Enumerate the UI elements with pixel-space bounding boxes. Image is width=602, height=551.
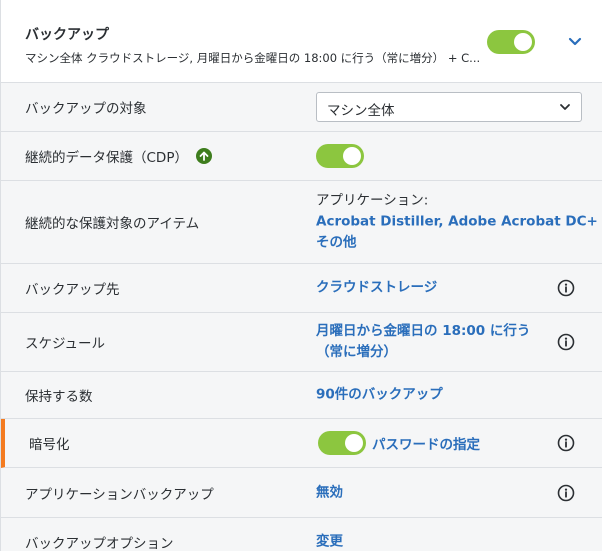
info-icon[interactable]	[557, 333, 575, 351]
arrow-up-circle-icon	[195, 148, 212, 164]
backup-section-title: バックアップ	[25, 27, 109, 43]
row-destination: バックアップ先 クラウドストレージ	[1, 264, 602, 313]
cdp-label: 継続的データ保護（CDP）	[25, 150, 188, 166]
row-backup-target: バックアップの対象 マシン全体	[1, 83, 602, 132]
backup-target-label: バックアップの対象	[25, 101, 147, 117]
protected-items-label: 継続的な保護対象のアイテム	[25, 216, 200, 232]
info-icon[interactable]	[557, 279, 575, 297]
backup-toggle-switch[interactable]	[487, 30, 535, 54]
backup-target-selected-value: マシン全体	[327, 103, 395, 119]
chevron-down-icon	[560, 104, 570, 110]
schedule-line-2: （常に増分）	[316, 344, 397, 360]
backup-section-header[interactable]: バックアップ マシン全体 クラウドストレージ, 月曜日から金曜日の 18:00 …	[1, 0, 602, 83]
app-backup-label: アプリケーションバックアップ	[25, 486, 214, 503]
row-schedule: スケジュール 月曜日から金曜日の 18:00 に行う （常に増分）	[1, 313, 602, 372]
encryption-password-link[interactable]: パスワードの指定	[372, 433, 480, 453]
info-icon[interactable]	[557, 434, 575, 452]
row-cdp: 継続的データ保護（CDP）	[1, 132, 602, 181]
row-backup-options: バックアップオプション 変更	[1, 518, 602, 551]
protected-items-more-link[interactable]: その他	[316, 233, 602, 254]
row-retention: 保持する数 90件のバックアップ	[1, 372, 602, 419]
schedule-label: スケジュール	[25, 336, 106, 352]
schedule-link[interactable]: 月曜日から金曜日の 18:00 に行う （常に増分）	[316, 321, 530, 363]
row-encryption: 暗号化 パスワードの指定	[1, 419, 602, 468]
app-backup-link[interactable]: 無効	[316, 482, 343, 503]
protected-items-value[interactable]: アプリケーション: Acrobat Distiller, Adobe Acrob…	[316, 191, 602, 254]
retention-link[interactable]: 90件のバックアップ	[316, 385, 443, 406]
backup-section-summary: マシン全体 クラウドストレージ, 月曜日から金曜日の 18:00 に行う（常に増…	[25, 51, 481, 65]
retention-label: 保持する数	[25, 389, 93, 405]
chevron-down-icon[interactable]	[565, 34, 585, 50]
backup-enabled-toggle[interactable]	[487, 30, 535, 58]
protected-items-caption: アプリケーション:	[316, 192, 429, 209]
row-app-backup: アプリケーションバックアップ 無効	[1, 468, 602, 518]
backup-target-select[interactable]: マシン全体	[316, 92, 582, 122]
encryption-label: 暗号化	[29, 437, 70, 453]
encryption-toggle-switch[interactable]	[318, 431, 366, 455]
backup-options-link[interactable]: 変更	[316, 532, 343, 551]
cdp-toggle-switch[interactable]	[316, 144, 364, 168]
protected-items-apps-link[interactable]: Acrobat Distiller, Adobe Acrobat DC+ 39	[316, 212, 602, 233]
row-protected-items: 継続的な保護対象のアイテム アプリケーション: Acrobat Distille…	[1, 181, 602, 264]
destination-label: バックアップ先	[25, 282, 120, 298]
backup-options-label: バックアップオプション	[25, 536, 174, 551]
info-icon[interactable]	[557, 484, 575, 502]
destination-link[interactable]: クラウドストレージ	[316, 278, 437, 299]
backup-plan-panel: バックアップ マシン全体 クラウドストレージ, 月曜日から金曜日の 18:00 …	[0, 0, 602, 551]
backup-settings-list: バックアップの対象 マシン全体 継続的データ保護（CDP） 継続的な保護対象のア…	[1, 83, 602, 551]
schedule-line-1: 月曜日から金曜日の 18:00 に行う	[316, 323, 531, 339]
cdp-label-group: 継続的データ保護（CDP）	[25, 146, 212, 166]
cdp-toggle[interactable]	[316, 144, 364, 172]
encryption-value: パスワードの指定	[318, 431, 480, 455]
